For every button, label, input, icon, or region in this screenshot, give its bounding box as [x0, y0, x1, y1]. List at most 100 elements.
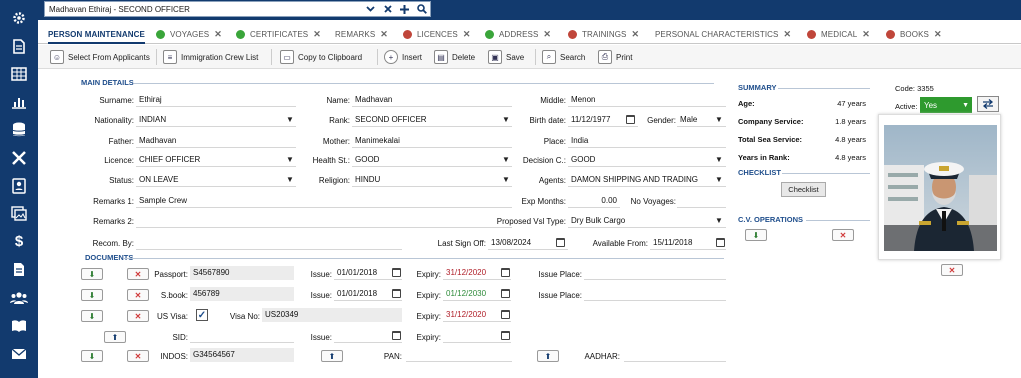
select-from-applicants-button[interactable]: ☺ Select From Applicants	[50, 49, 150, 65]
swap-button[interactable]	[977, 96, 999, 112]
caret-down-icon[interactable]: ▼	[715, 115, 723, 124]
employee-selector[interactable]: Madhavan Ethiraj - SECOND OFFICER	[44, 1, 431, 17]
download-button[interactable]: ⬇	[81, 350, 103, 362]
decision-select[interactable]: GOOD	[568, 153, 726, 167]
delete-button[interactable]: ▤ Delete	[434, 49, 475, 65]
sbook-issue-place-field[interactable]	[584, 287, 726, 301]
close-icon[interactable]: ✕	[380, 29, 388, 40]
globe-icon[interactable]	[0, 60, 38, 87]
passport-field[interactable]: S4567890	[190, 266, 294, 280]
pan-field[interactable]	[406, 348, 512, 362]
cv-delete-button[interactable]: ✕	[832, 229, 854, 241]
caret-down-icon[interactable]: ▼	[715, 216, 723, 225]
download-button[interactable]: ⬇	[81, 289, 103, 301]
document-icon[interactable]	[0, 33, 38, 60]
sid-field[interactable]	[190, 329, 294, 343]
save-button[interactable]: ▣ Save	[488, 49, 524, 65]
status-select[interactable]: ON LEAVE	[136, 173, 296, 187]
delete-button[interactable]: ✕	[127, 289, 149, 301]
calendar-icon[interactable]	[716, 238, 725, 247]
tools-icon[interactable]	[0, 144, 38, 171]
calendar-icon[interactable]	[392, 289, 401, 298]
nationality-select[interactable]: INDIAN	[136, 113, 296, 127]
tab-certificates[interactable]: CERTIFICATES ✕	[236, 27, 321, 41]
calendar-icon[interactable]	[392, 268, 401, 277]
close-icon[interactable]: ✕	[313, 29, 321, 40]
print-button[interactable]: ⎙ Print	[598, 49, 632, 65]
proposed-vsl-type-select[interactable]: Dry Bulk Cargo	[568, 214, 726, 228]
calendar-icon[interactable]	[501, 289, 510, 298]
close-icon[interactable]: ✕	[934, 29, 942, 40]
id-card-icon[interactable]	[0, 172, 38, 199]
place-field[interactable]: India	[568, 134, 726, 148]
calendar-icon[interactable]	[392, 331, 401, 340]
surname-field[interactable]: Ethiraj	[136, 93, 296, 107]
tab-trainings[interactable]: TRAININGS ✕	[568, 27, 639, 41]
licence-select[interactable]: CHIEF OFFICER	[136, 153, 296, 167]
caret-down-icon[interactable]: ▼	[715, 155, 723, 164]
gallery-icon[interactable]	[0, 200, 38, 227]
active-select[interactable]: Yes ▼	[920, 97, 972, 113]
checklist-button[interactable]: Checklist	[781, 182, 826, 197]
close-icon[interactable]: ✕	[543, 29, 551, 40]
calendar-icon[interactable]	[501, 310, 510, 319]
aadhar-field[interactable]	[624, 348, 726, 362]
tab-voyages[interactable]: VOYAGES ✕	[156, 27, 222, 41]
clear-icon[interactable]	[379, 2, 396, 16]
mother-field[interactable]: Manimekalai	[352, 134, 512, 148]
chart-icon[interactable]	[0, 88, 38, 115]
indos-field[interactable]: G34564567	[190, 348, 294, 362]
caret-down-icon[interactable]: ▼	[715, 175, 723, 184]
copy-to-clipboard-button[interactable]: ▭ Copy to Clipboard	[280, 49, 362, 65]
visa-no-field[interactable]: US20349	[262, 308, 402, 322]
database-icon[interactable]	[0, 116, 38, 143]
available-from-field[interactable]: 15/11/2018	[650, 236, 726, 250]
close-icon[interactable]: ✕	[862, 29, 870, 40]
search-icon[interactable]	[413, 2, 430, 16]
calendar-icon[interactable]	[501, 331, 510, 340]
tab-licences[interactable]: LICENCES ✕	[403, 27, 470, 41]
tab-address[interactable]: ADDRESS ✕	[485, 27, 551, 41]
photo-delete-button[interactable]: ✕	[941, 264, 963, 276]
close-icon[interactable]: ✕	[463, 29, 471, 40]
tab-person-maintenance[interactable]: PERSON MAINTENANCE	[48, 27, 145, 44]
search-button[interactable]: ⌕ Search	[542, 49, 585, 65]
users-icon[interactable]	[0, 284, 38, 311]
settings-icon[interactable]	[0, 4, 38, 31]
name-field[interactable]: Madhavan	[352, 93, 512, 107]
us-visa-checkbox[interactable]: ✓	[196, 309, 208, 321]
calendar-icon[interactable]	[556, 238, 565, 247]
insert-button[interactable]: + Insert	[384, 49, 422, 65]
immigration-crew-list-button[interactable]: ≡ Immigration Crew List	[163, 49, 258, 65]
dollar-icon[interactable]: $	[0, 228, 38, 255]
remarks1-field[interactable]: Sample Crew	[136, 194, 512, 208]
download-button[interactable]: ⬇	[81, 310, 103, 322]
delete-button[interactable]: ✕	[127, 350, 149, 362]
passport-issue-place-field[interactable]	[584, 266, 726, 280]
father-field[interactable]: Madhavan	[136, 134, 296, 148]
close-icon[interactable]: ✕	[783, 29, 791, 40]
close-icon[interactable]: ✕	[214, 29, 222, 40]
calendar-icon[interactable]	[501, 268, 510, 277]
close-icon[interactable]: ✕	[631, 29, 639, 40]
employee-selector-value[interactable]: Madhavan Ethiraj - SECOND OFFICER	[45, 5, 362, 14]
tab-medical[interactable]: MEDICAL ✕	[807, 27, 870, 41]
delete-button[interactable]: ✕	[127, 310, 149, 322]
agents-select[interactable]: DAMON SHIPPING AND TRADING	[568, 173, 726, 187]
tab-remarks[interactable]: REMARKS ✕	[335, 27, 388, 41]
mail-icon[interactable]	[0, 340, 38, 367]
report-icon[interactable]	[0, 256, 38, 283]
delete-button[interactable]: ✕	[127, 268, 149, 280]
upload-button[interactable]: ⬆	[104, 331, 126, 343]
rank-select[interactable]: SECOND OFFICER	[352, 113, 512, 127]
download-button[interactable]: ⬇	[81, 268, 103, 280]
cv-download-button[interactable]: ⬇	[745, 229, 767, 241]
remarks2-field[interactable]	[136, 214, 512, 228]
middle-field[interactable]: Menon	[568, 93, 726, 107]
chevron-down-icon[interactable]	[362, 2, 379, 16]
upload-button[interactable]: ⬆	[321, 350, 343, 362]
religion-select[interactable]: HINDU	[352, 173, 512, 187]
sbook-field[interactable]: 456789	[190, 287, 294, 301]
recom-by-field[interactable]	[136, 236, 402, 250]
add-icon[interactable]	[396, 2, 413, 16]
